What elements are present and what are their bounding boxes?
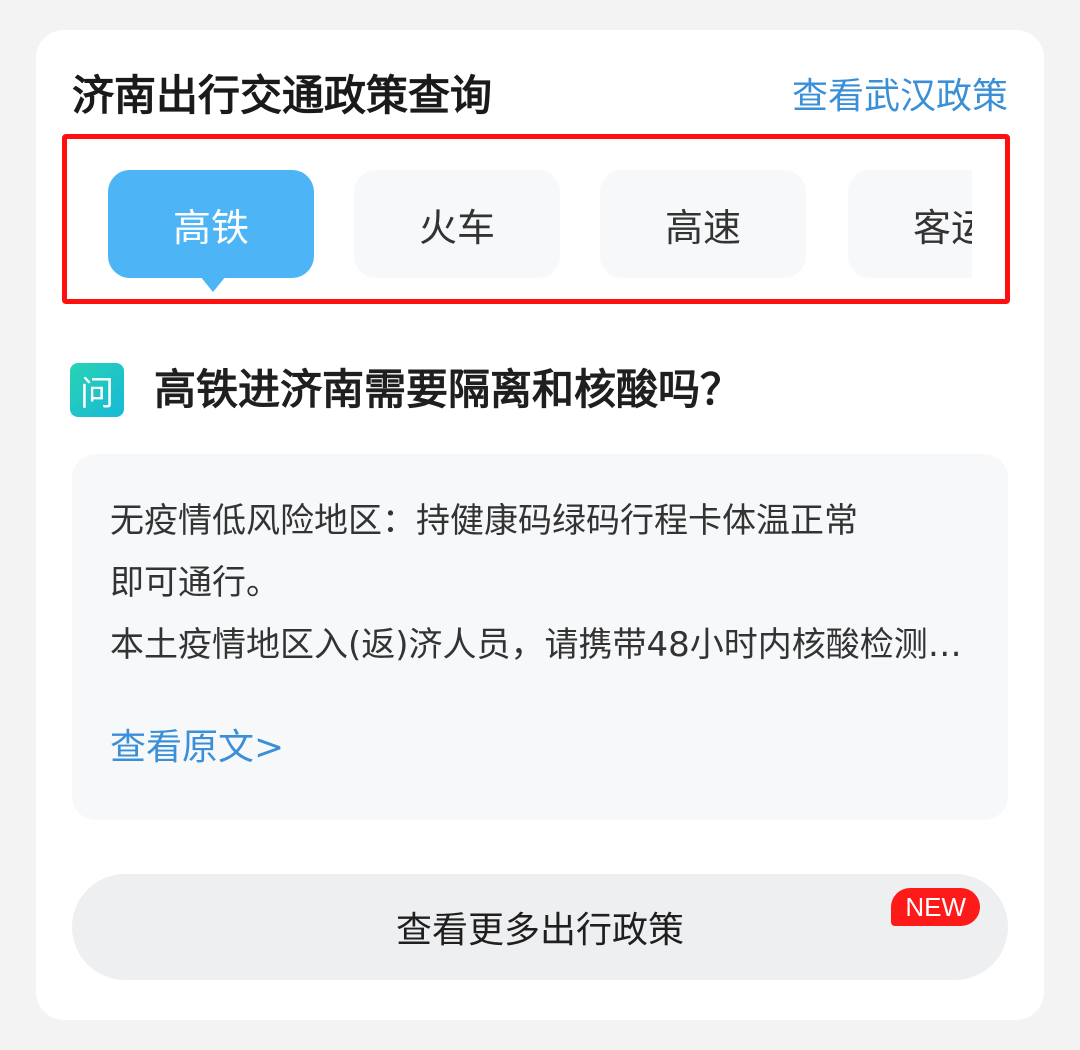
active-tab-pointer-icon (200, 276, 226, 292)
tab-label: 火车 (418, 205, 495, 250)
answer-text: 无疫情低风险地区：持健康码绿码行程卡体温正常 即可通行。 本土疫情地区入(返)济… (110, 490, 970, 676)
tab-highway[interactable]: 高速 (600, 170, 806, 278)
tab-high-speed-rail[interactable]: 高铁 (108, 170, 314, 278)
view-wuhan-policy-link[interactable]: 查看武汉政策 (792, 72, 1008, 122)
policy-card: 济南出行交通政策查询 查看武汉政策 高铁 火车 高速 客运 问 高铁进济南需要隔… (36, 30, 1044, 1020)
more-policies-label: 查看更多出行政策 (395, 910, 684, 951)
question-row: 问 高铁进济南需要隔离和核酸吗？ (70, 360, 742, 420)
answer-line: 无疫情低风险地区：持健康码绿码行程卡体温正常 (110, 501, 858, 541)
answer-line: 本土疫情地区入(返)济人员，请携带48小时内核酸检测阴性证明 (110, 625, 970, 665)
answer-box: 无疫情低风险地区：持健康码绿码行程卡体温正常 即可通行。 本土疫情地区入(返)济… (72, 454, 1008, 820)
tab-train[interactable]: 火车 (354, 170, 560, 278)
question-icon: 问 (70, 363, 124, 417)
tab-label: 客运 (912, 205, 972, 250)
answer-line: 即可通行。 (110, 563, 280, 603)
transport-tabs: 高铁 火车 高速 客运 (108, 170, 972, 300)
tab-label: 高铁 (172, 205, 249, 250)
question-text: 高铁进济南需要隔离和核酸吗？ (154, 365, 743, 414)
tab-label: 高速 (664, 205, 741, 250)
card-title: 济南出行交通政策查询 (72, 71, 493, 120)
view-original-link[interactable]: 查看原文> (110, 722, 284, 774)
more-policies-button[interactable]: 查看更多出行政策 NEW (72, 874, 1008, 980)
tab-coach[interactable]: 客运 (848, 170, 972, 278)
new-badge: NEW (891, 888, 980, 926)
